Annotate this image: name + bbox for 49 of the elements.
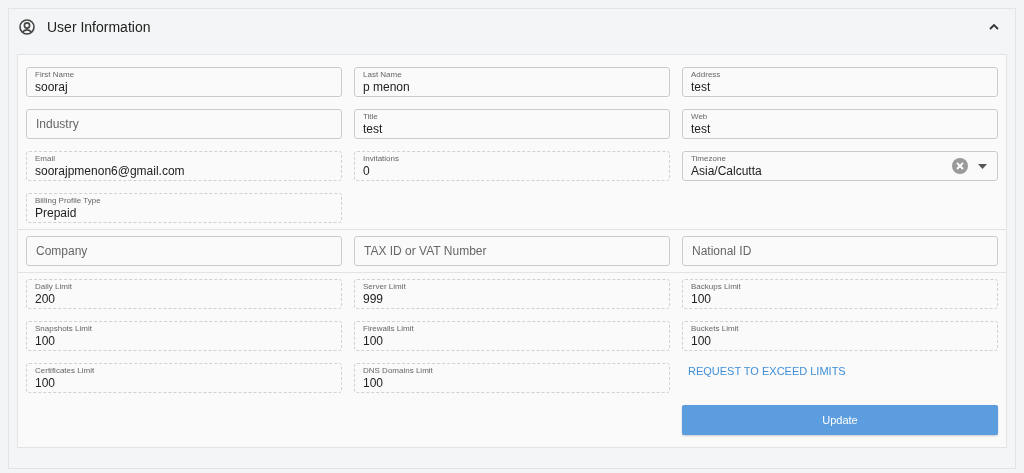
field-label: Address bbox=[691, 70, 722, 80]
input-field[interactable]: Web test bbox=[682, 109, 998, 139]
field-label: Backups Limit bbox=[691, 282, 742, 292]
field-label: Daily Limit bbox=[35, 282, 73, 292]
field-value: 100 bbox=[363, 376, 385, 390]
field-label: First Name bbox=[35, 70, 76, 80]
input-field[interactable]: First Name sooraj bbox=[26, 67, 342, 97]
field-label: Timezone bbox=[691, 154, 727, 164]
chevron-icon[interactable] bbox=[989, 23, 999, 30]
user-icon bbox=[19, 18, 35, 35]
field-label: Buckets Limit bbox=[691, 324, 740, 334]
field-value: Asia/Calcutta bbox=[691, 164, 763, 178]
field-value: p menon bbox=[363, 80, 411, 94]
field-value: sooraj bbox=[35, 80, 69, 94]
field-label: Title bbox=[363, 112, 379, 122]
field-value: test bbox=[691, 80, 712, 94]
field-label: Server Limit bbox=[363, 282, 407, 292]
field-value: soorajpmenon6@gmail.com bbox=[35, 164, 186, 178]
field-value: 0 bbox=[363, 164, 371, 178]
field-label: DNS Domains Limit bbox=[363, 366, 434, 376]
field-value: 999 bbox=[363, 292, 385, 306]
field-label: Billing Profile Type bbox=[35, 196, 102, 206]
field-value: 200 bbox=[35, 292, 57, 306]
field-value: test bbox=[363, 122, 384, 136]
clear-icon[interactable] bbox=[952, 158, 968, 174]
panel-title: User Information bbox=[47, 18, 152, 35]
select-field[interactable]: Timezone Asia/Calcutta bbox=[682, 151, 998, 181]
field-value: 100 bbox=[35, 376, 57, 390]
field-value: 100 bbox=[35, 334, 57, 348]
field-label: Firewalls Limit bbox=[363, 324, 415, 334]
input-field[interactable]: Company bbox=[26, 236, 342, 266]
dropdown-caret-icon[interactable] bbox=[978, 163, 987, 169]
input-field[interactable]: Title test bbox=[354, 109, 670, 139]
field-label: Certificates Limit bbox=[35, 366, 96, 376]
field-value: test bbox=[691, 122, 712, 136]
input-field[interactable]: TAX ID or VAT Number bbox=[354, 236, 670, 266]
field-value: 100 bbox=[691, 292, 713, 306]
field-value: 100 bbox=[363, 334, 385, 348]
input-field[interactable]: Industry bbox=[26, 109, 342, 139]
input-field[interactable]: National ID bbox=[682, 236, 998, 266]
field-label: Invitations bbox=[363, 154, 401, 164]
field-label: Snapshots Limit bbox=[35, 324, 93, 334]
field-label: Web bbox=[691, 112, 709, 122]
field-value: Prepaid bbox=[35, 206, 78, 220]
field-label: Email bbox=[35, 154, 56, 164]
input-field[interactable]: Address test bbox=[682, 67, 998, 97]
input-field[interactable]: Last Name p menon bbox=[354, 67, 670, 97]
field-value: 100 bbox=[691, 334, 713, 348]
field-label: Last Name bbox=[363, 70, 403, 80]
